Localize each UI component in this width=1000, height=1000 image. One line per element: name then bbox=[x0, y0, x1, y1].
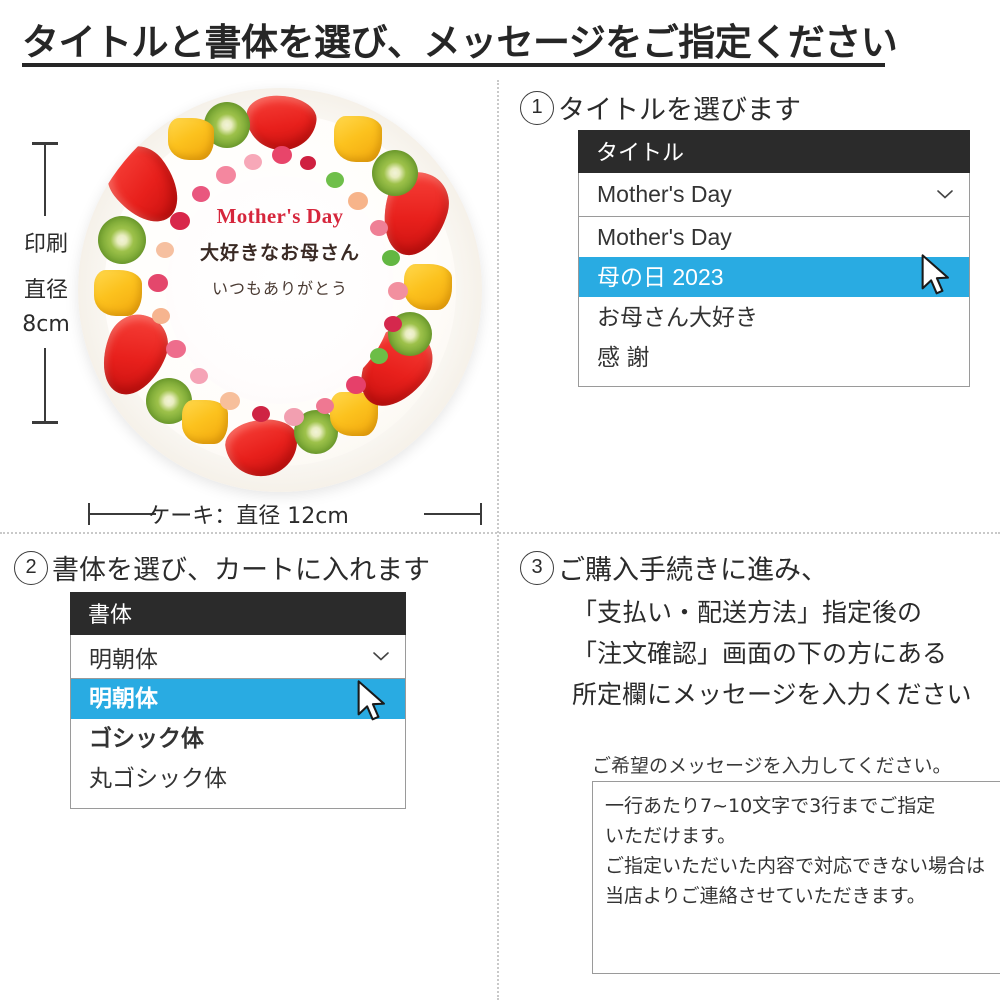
vertical-divider bbox=[497, 80, 499, 1000]
cake-diameter-label: ケーキ：直径 12cm bbox=[148, 504, 349, 529]
dimension-cap-top bbox=[32, 142, 58, 145]
step2-heading: 2 書体を選び、カートに入れます bbox=[14, 548, 484, 587]
step3-heading: 3 ご購入手続きに進み、 bbox=[520, 548, 1000, 587]
dimension-cap-bottom bbox=[32, 421, 58, 424]
horizontal-divider bbox=[0, 532, 1000, 534]
cake-photo: Mother's Day 大好きなお母さん いつもありがとう bbox=[78, 88, 482, 492]
font-select-value: 明朝体 bbox=[89, 646, 158, 672]
chevron-down-icon[interactable] bbox=[937, 190, 953, 199]
diameter-label: 直径 bbox=[23, 278, 68, 303]
title-option[interactable]: お母さん大好き bbox=[579, 297, 969, 337]
step1-heading: 1 タイトルを選びます bbox=[520, 88, 1000, 127]
caption-line-right bbox=[424, 513, 482, 515]
step3-number: 3 bbox=[520, 551, 554, 585]
step3-line3-text: 「注文確認」画面の下の方にある bbox=[572, 639, 948, 668]
font-select[interactable]: 書体 明朝体 明朝体 ゴシック体 丸ゴシック体 bbox=[70, 592, 406, 809]
title-option[interactable]: Mother's Day bbox=[579, 217, 969, 257]
page-root: タイトルと書体を選び、メッセージをご指定ください 印刷 直径 8cm Mothe… bbox=[0, 0, 1000, 1000]
step3-line1-text: ご購入手続きに進み、 bbox=[558, 555, 828, 586]
title-select[interactable]: タイトル Mother's Day Mother's Day 母の日 2023 … bbox=[578, 130, 970, 387]
plate-line2-text: いつもありがとう bbox=[211, 279, 348, 298]
step3-body: 「支払い・配送方法」指定後の 「注文確認」画面の下の方にある 所定欄にメッセージ… bbox=[572, 592, 972, 715]
font-option[interactable]: ゴシック体 bbox=[71, 719, 405, 759]
font-option[interactable]: 明朝体 bbox=[71, 679, 405, 719]
step3-line2-text: 「支払い・配送方法」指定後の bbox=[572, 598, 923, 627]
font-option-list[interactable]: 明朝体 ゴシック体 丸ゴシック体 bbox=[70, 679, 406, 809]
mango-icon bbox=[94, 270, 142, 316]
page-title: タイトルと書体を選び、メッセージをご指定ください bbox=[22, 21, 898, 64]
step1-pane: 1 タイトルを選びます タイトル Mother's Day Mother's D… bbox=[520, 88, 1000, 388]
step2-pane: 2 書体を選び、カートに入れます 書体 明朝体 明朝体 ゴシック体 丸ゴシック体 bbox=[14, 548, 484, 809]
message-field-label: ご希望のメッセージを入力してください。 bbox=[592, 755, 952, 777]
title-option[interactable]: 母の日 2023 bbox=[579, 257, 969, 297]
plate-line1-text: 大好きなお母さん bbox=[199, 242, 360, 264]
step2-number: 2 bbox=[14, 551, 48, 585]
step1-heading-text: タイトルを選びます bbox=[558, 95, 801, 126]
chevron-down-icon[interactable] bbox=[373, 652, 389, 661]
title-select-value: Mother's Day bbox=[597, 181, 732, 207]
message-textarea[interactable]: 一行あたり7~10文字で3行までご指定 いただけます。 ご指定いただいた内容で対… bbox=[592, 781, 1000, 974]
font-select-header: 書体 bbox=[70, 592, 406, 635]
cake-plate-message: Mother's Day 大好きなお母さん いつもありがとう bbox=[166, 206, 394, 297]
step3-pane: 3 ご購入手続きに進み、 「支払い・配送方法」指定後の 「注文確認」画面の下の方… bbox=[520, 548, 1000, 988]
title-option[interactable]: 感 謝 bbox=[579, 337, 969, 377]
title-underline bbox=[22, 63, 885, 67]
title-select-closed[interactable]: Mother's Day bbox=[578, 173, 970, 217]
cake-body: Mother's Day 大好きなお母さん いつもありがとう bbox=[78, 88, 482, 492]
diameter-value: 8cm bbox=[22, 312, 70, 337]
title-option-list[interactable]: Mother's Day 母の日 2023 お母さん大好き 感 謝 bbox=[578, 217, 970, 387]
step1-number: 1 bbox=[520, 91, 554, 125]
kiwi-icon bbox=[98, 216, 146, 264]
page-header: タイトルと書体を選び、メッセージをご指定ください bbox=[0, 0, 1000, 78]
print-label: 印刷 bbox=[23, 232, 68, 257]
font-select-closed[interactable]: 明朝体 bbox=[70, 635, 406, 679]
cake-size-caption: ケーキ：直径 12cm bbox=[0, 496, 497, 532]
caption-tick-right bbox=[480, 503, 482, 525]
font-option[interactable]: 丸ゴシック体 bbox=[71, 759, 405, 799]
cake-illustration-pane: 印刷 直径 8cm Mother's Day 大好きなお母さん いつもありがとう… bbox=[0, 80, 497, 532]
step3-line4-text: 所定欄にメッセージを入力ください bbox=[572, 680, 972, 709]
plate-title-text: Mother's Day bbox=[216, 204, 344, 228]
title-select-header: タイトル bbox=[578, 130, 970, 173]
step2-heading-text: 書体を選び、カートに入れます bbox=[52, 555, 430, 586]
